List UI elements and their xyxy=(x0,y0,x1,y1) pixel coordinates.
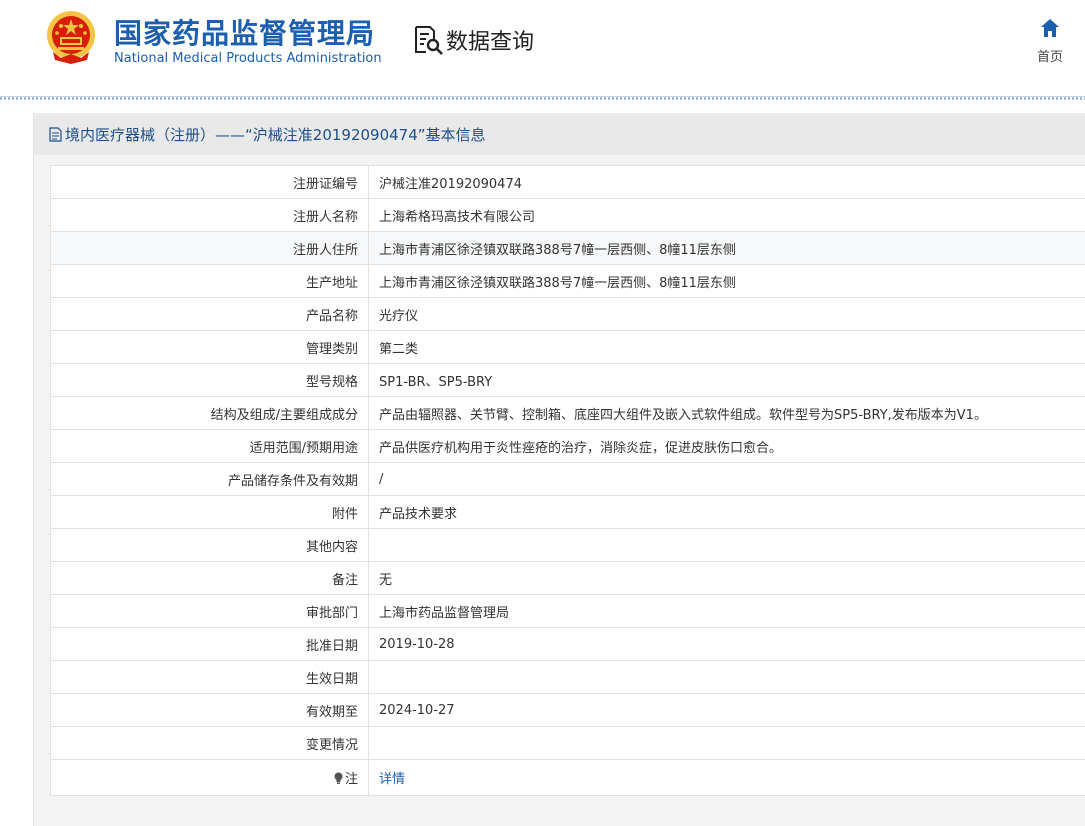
row-value: SP1-BR、SP5-BRY xyxy=(368,363,1085,397)
detail-link[interactable]: 详情 xyxy=(379,772,405,787)
row-value: 第二类 xyxy=(368,330,1085,364)
document-icon xyxy=(49,126,62,142)
row-value xyxy=(368,726,1085,760)
home-button[interactable]: 首页 xyxy=(1030,18,1070,65)
table-row: 生产地址 上海市青浦区徐泾镇双联路388号7幢一层西侧、8幢11层东侧 xyxy=(50,264,1085,298)
header-divider xyxy=(0,96,1085,100)
row-value: 产品由辐照器、关节臂、控制箱、底座四大组件及嵌入式软件组成。软件型号为SP5-B… xyxy=(368,396,1085,430)
table-row: 结构及组成/主要组成成分 产品由辐照器、关节臂、控制箱、底座四大组件及嵌入式软件组… xyxy=(50,396,1085,430)
info-table: 注册证编号 沪械注准20192090474 注册人名称 上海希格玛高技术有限公司 注… xyxy=(50,165,1085,796)
table-row: 型号规格 SP1-BR、SP5-BRY xyxy=(50,363,1085,397)
table-row: 变更情况 xyxy=(50,726,1085,760)
data-query-title: 数据查询 xyxy=(412,24,534,56)
row-value: 沪械注准20192090474 xyxy=(368,165,1085,199)
row-label: 变更情况 xyxy=(50,726,369,760)
table-row: 注册证编号 沪械注准20192090474 xyxy=(50,165,1085,199)
panel-title-text: 境内医疗器械（注册）——“沪械注准20192090474”基本信息 xyxy=(65,125,486,144)
row-value: 产品技术要求 xyxy=(368,495,1085,529)
org-name-en: National Medical Products Administration xyxy=(114,51,382,66)
national-emblem-icon xyxy=(47,11,95,64)
row-label: 注册人名称 xyxy=(50,198,369,232)
row-label: 批准日期 xyxy=(50,627,369,661)
row-label: 型号规格 xyxy=(50,363,369,397)
table-row: 附件 产品技术要求 xyxy=(50,495,1085,529)
row-value: 上海市青浦区徐泾镇双联路388号7幢一层西侧、8幢11层东侧 xyxy=(368,231,1085,265)
row-label: 产品名称 xyxy=(50,297,369,331)
row-value: 光疗仪 xyxy=(368,297,1085,331)
row-label: 有效期至 xyxy=(50,693,369,727)
info-panel: 境内医疗器械（注册）——“沪械注准20192090474”基本信息 注册证编号沪… xyxy=(33,113,1085,826)
row-label: 生产地址 xyxy=(50,264,369,298)
row-value: 上海市青浦区徐泾镇双联路388号7幢一层西侧、8幢11层东侧 xyxy=(368,264,1085,298)
table-row: 管理类别 第二类 xyxy=(50,330,1085,364)
document-search-icon xyxy=(415,26,443,55)
row-label: 产品储存条件及有效期 xyxy=(50,462,369,496)
row-value: 2024-10-27 xyxy=(368,693,1085,727)
table-row: 有效期至 2024-10-27 xyxy=(50,693,1085,727)
table-row: 产品名称 光疗仪 xyxy=(50,297,1085,331)
row-value: / xyxy=(368,462,1085,496)
row-label: 结构及组成/主要组成成分 xyxy=(50,396,369,430)
row-label: 其他内容 xyxy=(50,528,369,562)
row-value xyxy=(368,660,1085,694)
row-label: 生效日期 xyxy=(50,660,369,694)
row-value xyxy=(368,528,1085,562)
table-row: 批准日期 2019-10-28 xyxy=(50,627,1085,661)
row-value: 2019-10-28 xyxy=(368,627,1085,661)
table-row: 生效日期 xyxy=(50,660,1085,694)
data-query-label: 数据查询 xyxy=(446,30,535,55)
table-row: 注册人住所 上海市青浦区徐泾镇双联路388号7幢一层西侧、8幢11层东侧 xyxy=(50,231,1085,265)
table-row: 产品储存条件及有效期 / xyxy=(50,462,1085,496)
row-label: 管理类别 xyxy=(50,330,369,364)
row-label: 注册人住所 xyxy=(50,231,369,265)
home-icon xyxy=(1041,19,1059,37)
table-row: 其他内容 xyxy=(50,528,1085,562)
row-label: 审批部门 xyxy=(50,594,369,628)
table-row: 注册人名称 上海希格玛高技术有限公司 xyxy=(50,198,1085,232)
lightbulb-icon xyxy=(334,772,343,784)
note-label-cell: 注 xyxy=(50,759,369,796)
row-label: 注册证编号 xyxy=(50,165,369,199)
row-label: 适用范围/预期用途 xyxy=(50,429,369,463)
row-label: 附件 xyxy=(50,495,369,529)
home-label: 首页 xyxy=(1036,50,1063,65)
row-label: 备注 xyxy=(50,561,369,595)
note-value-cell: 详情 xyxy=(368,759,1085,796)
org-name-cn: 国家药品监督管理局 xyxy=(114,17,376,50)
note-row: 注 详情 xyxy=(50,759,1085,796)
site-header: 国家药品监督管理局 National Medical Products Admi… xyxy=(0,0,1085,96)
row-value: 上海市药品监督管理局 xyxy=(368,594,1085,628)
table-row: 适用范围/预期用途 产品供医疗机构用于炎性痤疮的治疗，消除炎症，促进皮肤伤口愈合。 xyxy=(50,429,1085,463)
row-value: 产品供医疗机构用于炎性痤疮的治疗，消除炎症，促进皮肤伤口愈合。 xyxy=(368,429,1085,463)
panel-title: 境内医疗器械（注册）——“沪械注准20192090474”基本信息 xyxy=(34,113,1085,155)
row-value: 无 xyxy=(368,561,1085,595)
row-value: 上海希格玛高技术有限公司 xyxy=(368,198,1085,232)
note-label: 注 xyxy=(344,772,358,787)
table-row: 备注无 xyxy=(50,561,1085,595)
table-row: 审批部门 上海市药品监督管理局 xyxy=(50,594,1085,628)
